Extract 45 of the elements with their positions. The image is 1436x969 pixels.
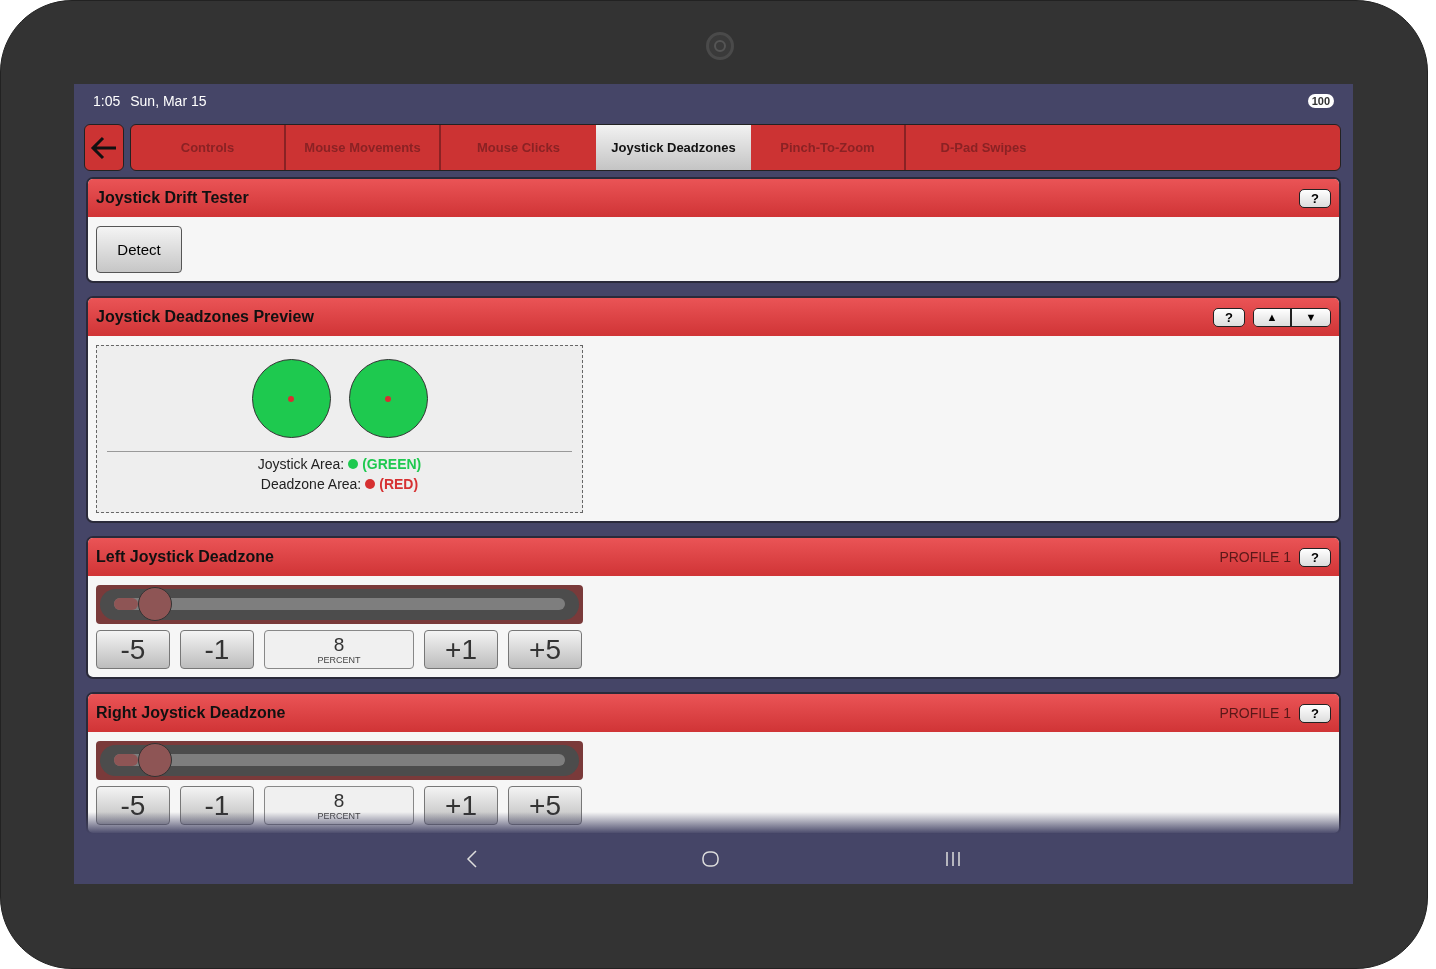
deadzone-dot <box>288 395 294 402</box>
step-button[interactable]: +1 <box>424 630 498 669</box>
battery-indicator: 100 <box>1307 94 1334 108</box>
nav-recents-icon[interactable] <box>944 851 961 867</box>
detect-button[interactable]: Detect <box>96 226 182 273</box>
move-down-button[interactable]: ▼ <box>1292 308 1330 326</box>
panel-title: Joystick Drift Tester <box>96 189 249 207</box>
panel-title: Right Joystick Deadzone <box>96 704 286 722</box>
profile-label: PROFILE 1 <box>1219 705 1291 721</box>
legend-label: Joystick Area: <box>257 456 345 472</box>
back-arrow-icon <box>90 135 118 160</box>
help-button[interactable]: ? <box>1213 307 1245 327</box>
nav-home-icon[interactable] <box>702 851 721 867</box>
legend-value: (RED) <box>379 476 419 492</box>
legend-value: (GREEN) <box>362 456 422 472</box>
status-time: 1:05 <box>93 93 121 109</box>
help-button[interactable]: ? <box>1299 547 1331 567</box>
step-button[interactable]: -5 <box>96 786 170 825</box>
step-button[interactable]: +5 <box>508 786 582 825</box>
back-button[interactable] <box>84 124 124 171</box>
value-text: 8 <box>333 634 345 655</box>
unit-label: PERCENT <box>317 654 361 665</box>
camera-icon <box>706 32 734 60</box>
tab[interactable]: Joystick Deadzones <box>596 125 751 170</box>
profile-label: PROFILE 1 <box>1219 549 1291 565</box>
move-up-button[interactable]: ▲ <box>1254 308 1292 326</box>
deadzone-dot <box>385 395 391 402</box>
panel-title: Left Joystick Deadzone <box>96 548 274 566</box>
step-button[interactable]: -1 <box>180 786 254 825</box>
help-button[interactable]: ? <box>1299 703 1331 723</box>
legend-label: Deadzone Area: <box>260 476 362 492</box>
step-button[interactable]: +5 <box>508 630 582 669</box>
step-button[interactable]: -1 <box>180 630 254 669</box>
panel-title: Joystick Deadzones Preview <box>96 308 314 326</box>
unit-label: PERCENT <box>317 810 361 821</box>
slider-thumb[interactable] <box>137 743 172 777</box>
status-date: Sun, Mar 15 <box>130 93 207 109</box>
help-button[interactable]: ? <box>1299 188 1331 208</box>
nav-back-icon[interactable] <box>466 850 479 868</box>
slider[interactable] <box>96 741 583 780</box>
slider[interactable] <box>96 585 583 624</box>
step-button[interactable]: +1 <box>424 786 498 825</box>
slider-thumb[interactable] <box>137 587 172 621</box>
value-text: 8 <box>333 790 345 811</box>
step-button[interactable]: -5 <box>96 630 170 669</box>
